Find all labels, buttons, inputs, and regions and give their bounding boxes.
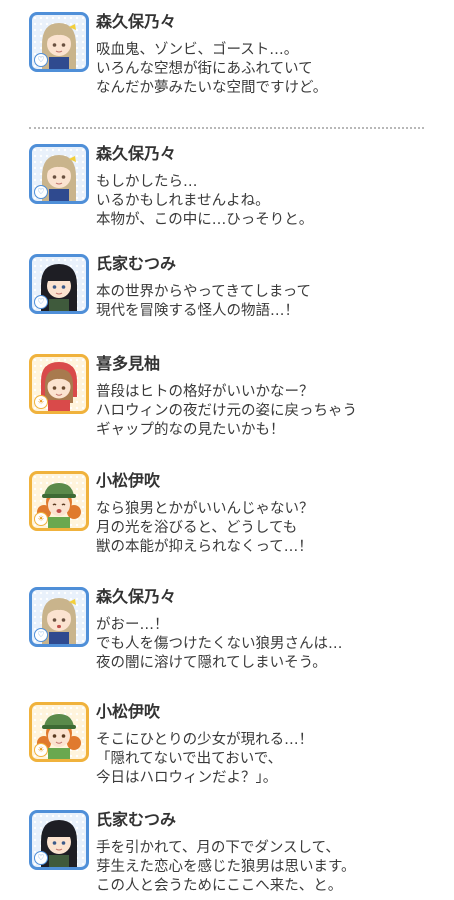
message-line: 手を引かれて、月の下でダンスして、 [96, 840, 340, 856]
attribute-badge-icon: ♡ [34, 295, 48, 309]
message-line: この人と会うためにここへ来た、と。 [96, 878, 343, 894]
kitami-yuzu-portrait-icon: ☀ [29, 354, 89, 414]
message-line: ギャップ的なの見たいかも！ [96, 422, 285, 438]
speaker-name: 小松伊吹 [96, 471, 161, 490]
attribute-badge-icon: ♡ [34, 53, 48, 67]
log-divider [29, 127, 424, 129]
message-line: 芽生えた恋心を感じた狼男は思います。 [96, 859, 356, 875]
message-text: 普段はヒトの格好がいいかなー？ ハロウィンの夜だけ元の姿に戻っちゃう ギャップ的… [96, 383, 357, 440]
speaker-name: 氏家むつみ [96, 254, 177, 273]
speaker-name: 氏家むつみ [96, 810, 177, 829]
message-line: いるかもしれませんよね。 [96, 193, 270, 209]
attribute-badge-icon: ☀ [34, 512, 48, 526]
message-line: 獣の本能が抑えられなくって…！ [96, 539, 313, 555]
message-line: ハロウィンの夜だけ元の姿に戻っちゃう [96, 403, 357, 419]
message-line: なんだか夢みたいな空間ですけど。 [96, 80, 328, 96]
message-text: もしかしたら… いるかもしれませんよね。 本物が、この中に…ひっそりと。 [96, 173, 313, 230]
message-text: 吸血鬼、ゾンビ、ゴースト…。 いろんな空想が街にあふれていて なんだか夢みたいな… [96, 41, 327, 98]
morikubo-nono-portrait-icon: ♡ [29, 12, 89, 72]
message-text: そこにひとりの少女が現れる…！ 「隠れてないで出ておいで、 今日はハロウィンだよ… [96, 731, 313, 788]
message-line: でも人を傷つけたくない狼男さんは… [96, 636, 343, 652]
attribute-badge-icon: ♡ [34, 185, 48, 199]
morikubo-nono-portrait-icon: ♡ [29, 144, 89, 204]
message-line: がおー…！ [96, 617, 169, 633]
attribute-badge-icon: ☀ [34, 743, 48, 757]
komatsu-ibuki-portrait-icon: ☀ [29, 702, 89, 762]
message-line: 本の世界からやってきてしまって [96, 284, 312, 300]
ujiie-mutsumi-portrait-icon: ♡ [29, 254, 89, 314]
message-text: なら狼男とかがいいんじゃない？ 月の光を浴びると、どうしても 獣の本能が抑えられ… [96, 500, 314, 557]
message-line: いろんな空想が街にあふれていて [96, 61, 313, 77]
speaker-name: 喜多見柚 [96, 354, 161, 373]
speaker-name: 小松伊吹 [96, 702, 161, 721]
message-line: 吸血鬼、ゾンビ、ゴースト…。 [96, 42, 299, 58]
attribute-badge-icon: ♡ [34, 851, 48, 865]
message-line: 「隠れてないで出ておいで、 [96, 751, 283, 767]
message-line: そこにひとりの少女が現れる…！ [96, 732, 314, 748]
speaker-name: 森久保乃々 [96, 12, 177, 31]
message-line: 普段はヒトの格好がいいかなー？ [96, 384, 314, 400]
message-text: 本の世界からやってきてしまって 現代を冒険する怪人の物語…！ [96, 283, 311, 321]
attribute-badge-icon: ☀ [34, 395, 48, 409]
message-text: がおー…！ でも人を傷つけたくない狼男さんは… 夜の闇に溶けて隠れてしまいそう。 [96, 616, 343, 673]
message-line: 夜の闇に溶けて隠れてしまいそう。 [96, 655, 327, 671]
message-line: 今日はハロウィンだよ？」。 [96, 770, 278, 786]
message-line: もしかしたら… [96, 174, 198, 190]
message-line: なら狼男とかがいいんじゃない？ [96, 501, 314, 517]
speaker-name: 森久保乃々 [96, 144, 177, 163]
morikubo-nono-portrait-icon: ♡ [29, 587, 89, 647]
message-line: 月の光を浴びると、どうしても [96, 520, 298, 536]
ujiie-mutsumi-portrait-icon: ♡ [29, 810, 89, 870]
komatsu-ibuki-portrait-icon: ☀ [29, 471, 89, 531]
message-text: 手を引かれて、月の下でダンスして、 芽生えた恋心を感じた狼男は思います。 この人… [96, 839, 356, 896]
message-line: 現代を冒険する怪人の物語…！ [96, 303, 299, 319]
speaker-name: 森久保乃々 [96, 587, 177, 606]
message-line: 本物が、この中に…ひっそりと。 [96, 212, 314, 228]
attribute-badge-icon: ♡ [34, 628, 48, 642]
